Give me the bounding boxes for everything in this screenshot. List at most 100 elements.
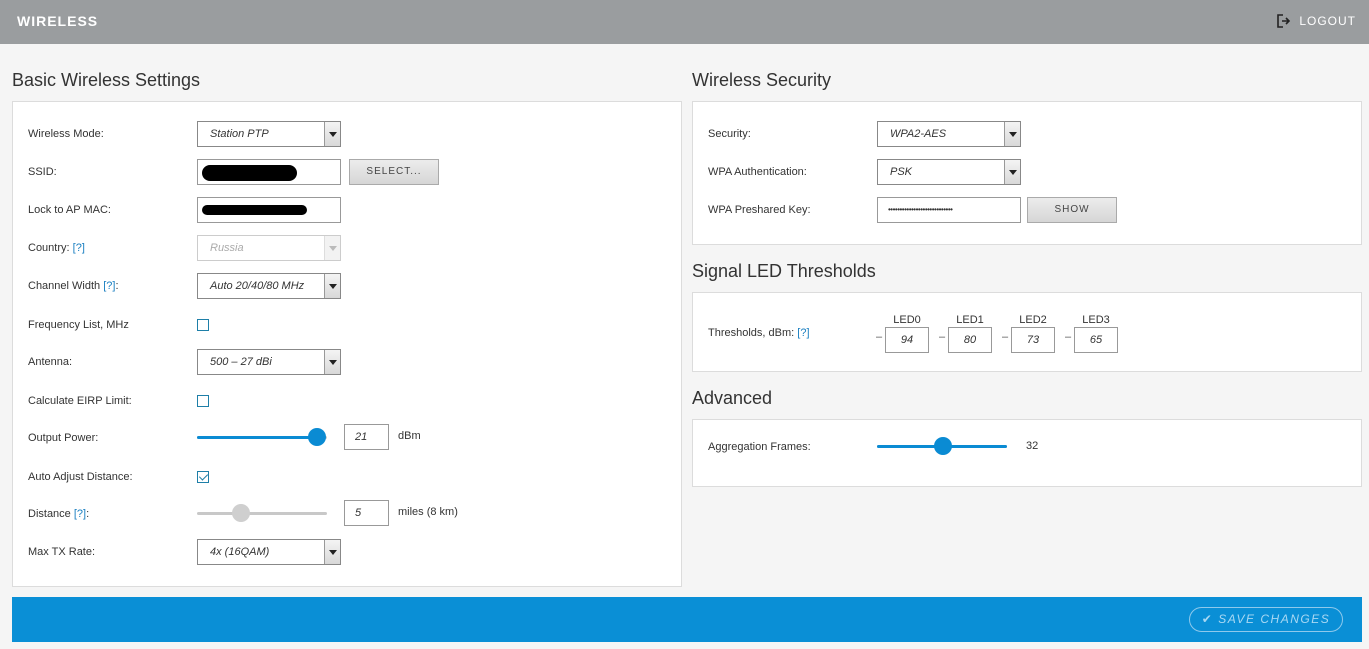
distance-label-text: Distance <box>28 508 71 520</box>
ssid-select-button[interactable]: SELECT... <box>349 159 439 185</box>
calculate-eirp-checkbox[interactable] <box>197 395 209 407</box>
basic-wireless-title: Basic Wireless Settings <box>12 70 201 90</box>
output-power-unit: dBm <box>398 430 421 442</box>
basic-wireless-panel: Wireless Mode: Station PTP SSID: SELECT.… <box>12 101 682 587</box>
chevron-down-icon <box>324 236 340 260</box>
chevron-down-icon <box>324 540 340 564</box>
redacted-mark <box>202 205 307 215</box>
chevron-down-icon <box>1004 122 1020 146</box>
slider-thumb[interactable] <box>308 428 326 446</box>
led-thresholds-panel: Thresholds, dBm: [?] LED0 – 94 LED1 – 80… <box>692 292 1362 372</box>
logout-button[interactable]: LOGOUT <box>1277 14 1356 28</box>
max-tx-rate-value: 4x (16QAM) <box>210 546 270 558</box>
top-bar: WIRELESS LOGOUT <box>0 0 1369 44</box>
wireless-security-title: Wireless Security <box>692 70 832 90</box>
output-power-slider[interactable] <box>197 427 327 447</box>
antenna-label: Antenna: <box>28 356 73 368</box>
wireless-security-panel: Security: WPA2-AES WPA Authentication: P… <box>692 101 1362 245</box>
output-power-label: Output Power: <box>28 432 99 444</box>
led0-input[interactable]: 94 <box>885 327 929 353</box>
security-label: Security: <box>708 128 751 140</box>
led2-label: LED2 <box>1019 314 1047 326</box>
distance-help-link[interactable]: [?] <box>74 508 86 520</box>
channel-width-select[interactable]: Auto 20/40/80 MHz <box>197 273 341 299</box>
distance-label: Distance [?]: <box>28 508 89 520</box>
led0-label: LED0 <box>893 314 921 326</box>
channel-width-value: Auto 20/40/80 MHz <box>210 280 305 292</box>
save-changes-button[interactable]: ✔ SAVE CHANGES <box>1189 607 1343 632</box>
frequency-list-checkbox[interactable] <box>197 319 209 331</box>
wireless-mode-value: Station PTP <box>210 128 269 140</box>
led1-label: LED1 <box>956 314 984 326</box>
antenna-value: 500 – 27 dBi <box>210 356 272 368</box>
security-value: WPA2-AES <box>890 128 947 140</box>
lock-ap-mac-label: Lock to AP MAC: <box>28 204 111 216</box>
ssid-input[interactable] <box>197 159 341 185</box>
redacted-mark <box>202 165 297 181</box>
chevron-down-icon <box>1004 160 1020 184</box>
led3-label: LED3 <box>1082 314 1110 326</box>
output-power-input[interactable]: 21 <box>344 424 389 450</box>
aggregation-frames-value: 32 <box>1026 440 1039 452</box>
frequency-list-label: Frequency List, MHz <box>28 319 129 331</box>
auto-adjust-distance-label: Auto Adjust Distance: <box>28 471 133 483</box>
wpa-key-label: WPA Preshared Key: <box>708 204 811 216</box>
advanced-title: Advanced <box>692 388 773 408</box>
country-select[interactable]: Russia <box>197 235 341 261</box>
wpa-key-input[interactable]: •••••••••••••••••••••••••••• <box>877 197 1021 223</box>
page-title: WIRELESS <box>17 13 99 29</box>
country-help-link[interactable]: [?] <box>73 242 85 254</box>
thresholds-label: Thresholds, dBm: [?] <box>708 327 810 339</box>
wireless-mode-select[interactable]: Station PTP <box>197 121 341 147</box>
save-changes-label: SAVE CHANGES <box>1218 612 1331 626</box>
channel-width-help-link[interactable]: [?] <box>103 280 115 292</box>
antenna-select[interactable]: 500 – 27 dBi <box>197 349 341 375</box>
led1-input[interactable]: 80 <box>948 327 992 353</box>
led2-sign: – <box>1002 331 1009 343</box>
led-thresholds-title: Signal LED Thresholds <box>692 261 876 281</box>
led3-input[interactable]: 65 <box>1074 327 1118 353</box>
wireless-mode-label: Wireless Mode: <box>28 128 104 140</box>
lock-ap-mac-input[interactable] <box>197 197 341 223</box>
country-label-text: Country: <box>28 242 70 254</box>
chevron-down-icon <box>324 274 340 298</box>
show-key-button[interactable]: SHOW <box>1027 197 1117 223</box>
footer-bar: ✔ SAVE CHANGES <box>12 597 1362 642</box>
aggregation-frames-label: Aggregation Frames: <box>708 441 811 453</box>
chevron-down-icon <box>324 122 340 146</box>
distance-input[interactable]: 5 <box>344 500 389 526</box>
ssid-label: SSID: <box>28 166 57 178</box>
max-tx-rate-select[interactable]: 4x (16QAM) <box>197 539 341 565</box>
security-select[interactable]: WPA2-AES <box>877 121 1021 147</box>
slider-thumb[interactable] <box>232 504 250 522</box>
thresholds-label-text: Thresholds, dBm: <box>708 327 795 339</box>
slider-track <box>197 512 327 515</box>
logout-icon <box>1277 14 1291 28</box>
chevron-down-icon <box>324 350 340 374</box>
check-icon: ✔ <box>1201 612 1214 626</box>
country-label: Country: [?] <box>28 242 85 254</box>
max-tx-rate-label: Max TX Rate: <box>28 546 96 558</box>
logout-label: LOGOUT <box>1299 14 1356 28</box>
led2-input[interactable]: 73 <box>1011 327 1055 353</box>
advanced-panel: Aggregation Frames: 32 <box>692 419 1362 487</box>
wpa-auth-value: PSK <box>890 166 913 178</box>
aggregation-frames-slider[interactable] <box>877 436 1007 456</box>
slider-thumb[interactable] <box>934 437 952 455</box>
country-value: Russia <box>210 242 244 254</box>
channel-width-label-text: Channel Width <box>28 280 101 292</box>
auto-adjust-distance-checkbox[interactable] <box>197 471 209 483</box>
led0-sign: – <box>876 331 883 343</box>
distance-slider[interactable] <box>197 503 327 523</box>
slider-fill <box>197 436 317 439</box>
wpa-auth-select[interactable]: PSK <box>877 159 1021 185</box>
led3-sign: – <box>1065 331 1072 343</box>
channel-width-suffix: : <box>115 280 119 292</box>
distance-unit: miles (8 km) <box>398 506 458 518</box>
calculate-eirp-label: Calculate EIRP Limit: <box>28 395 132 407</box>
led1-sign: – <box>939 331 946 343</box>
channel-width-label: Channel Width [?]: <box>28 280 119 292</box>
thresholds-help-link[interactable]: [?] <box>797 327 809 339</box>
wpa-auth-label: WPA Authentication: <box>708 166 807 178</box>
distance-suffix: : <box>86 508 90 520</box>
